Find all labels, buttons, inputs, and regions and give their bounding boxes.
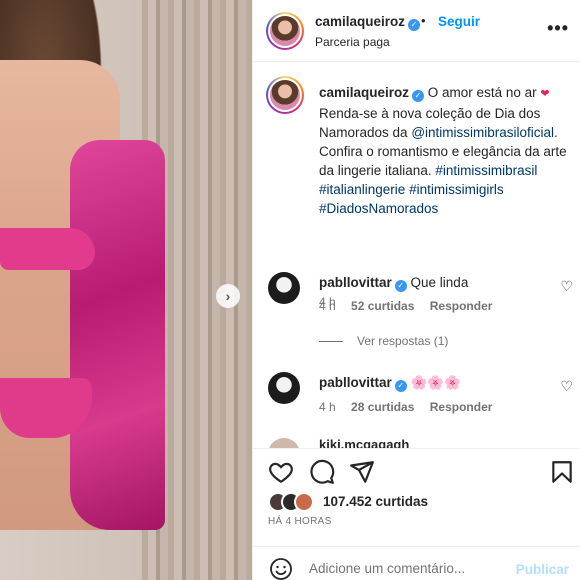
carousel-next-button[interactable]: › — [216, 284, 240, 308]
comment-bubble-icon[interactable] — [309, 459, 335, 485]
hashtag-link[interactable]: #intimissimigirls — [409, 182, 504, 197]
separator-dot: • — [421, 13, 426, 28]
caption-author-username[interactable]: camilaqueiroz ✓ — [319, 85, 425, 102]
comment-item-partial: kiki.mcgagagh — [253, 436, 580, 448]
emoji-smile-icon[interactable] — [269, 557, 293, 580]
hearts-emoji-icon: ❤ — [540, 88, 550, 100]
reply-button[interactable]: Responder — [430, 299, 493, 313]
mention-link[interactable]: @intimissimibrasiloficial — [411, 125, 554, 140]
post-actions: 107.452 curtidas HÁ 4 HORAS — [253, 448, 580, 544]
reply-button[interactable]: Responder — [430, 400, 493, 414]
verified-icon: ✓ — [394, 380, 407, 392]
commenter-username[interactable]: pabllovittar ✓ — [319, 275, 407, 292]
like-comment-heart-icon[interactable]: ♡ — [560, 278, 573, 295]
commenter-avatar[interactable] — [268, 272, 300, 304]
verified-icon: ✓ — [408, 19, 421, 31]
publish-button[interactable]: Publicar — [516, 562, 569, 577]
caption-author-avatar[interactable] — [266, 76, 304, 114]
replies-divider — [319, 341, 343, 343]
comment-input[interactable] — [309, 561, 509, 576]
add-comment-bar: Publicar — [253, 546, 580, 580]
chevron-right-icon: › — [225, 288, 231, 304]
commenter-avatar[interactable] — [268, 372, 300, 404]
comment-likes[interactable]: 52 curtidas — [351, 299, 414, 313]
hashtag-link[interactable]: #italianlingerie — [319, 182, 405, 197]
comment-likes[interactable]: 28 curtidas — [351, 400, 414, 414]
comment-text: pabllovittar ✓ 🌸🌸🌸 — [319, 375, 461, 392]
caption-text: camilaqueiroz ✓ O amor está no ar ❤ Renda… — [319, 83, 569, 218]
comment-meta: 4 h 52 curtidas Responder — [319, 299, 504, 313]
commenter-username[interactable]: kiki.mcgagagh — [319, 437, 409, 448]
like-comment-heart-icon[interactable]: ♡ — [560, 378, 573, 395]
verified-icon: ✓ — [394, 280, 407, 292]
commenter-avatar[interactable] — [268, 438, 300, 448]
comment-text: pabllovittar ✓ Que linda — [319, 275, 469, 292]
like-heart-icon[interactable] — [268, 459, 294, 485]
comment-time[interactable]: 4 h — [319, 299, 336, 313]
paid-partnership-label[interactable]: Parceria paga — [315, 35, 390, 49]
more-options-icon[interactable]: ••• — [547, 18, 569, 39]
photo-robe — [70, 140, 165, 530]
post-photo[interactable]: › — [0, 0, 252, 580]
hashtag-link[interactable]: #intimissimibrasil — [435, 163, 537, 178]
share-send-icon[interactable] — [349, 459, 375, 485]
view-replies-button[interactable]: Ver respostas (1) — [319, 334, 448, 348]
comment-time[interactable]: 4 h — [319, 400, 336, 414]
author-username[interactable]: camilaqueiroz ✓ — [315, 14, 421, 31]
likers-avatars[interactable] — [268, 492, 322, 512]
commenter-username[interactable]: pabllovittar ✓ — [319, 375, 407, 392]
photo-lingerie-top — [0, 228, 95, 270]
save-bookmark-icon[interactable] — [549, 459, 575, 485]
posted-time[interactable]: HÁ 4 HORAS — [268, 516, 332, 527]
author-avatar[interactable] — [266, 12, 304, 50]
verified-icon: ✓ — [412, 90, 425, 102]
post-panel: camilaqueiroz ✓ • Seguir Parceria paga ••… — [252, 0, 580, 580]
follow-button[interactable]: Seguir — [438, 14, 480, 29]
hashtag-link[interactable]: #DiadosNamorados — [319, 201, 438, 216]
caption-line: O amor está no ar — [427, 85, 541, 100]
likes-count[interactable]: 107.452 curtidas — [323, 494, 428, 509]
liker-avatar — [294, 492, 314, 512]
post-header: camilaqueiroz ✓ • Seguir Parceria paga ••… — [253, 0, 580, 62]
comment-meta: 4 h 28 curtidas Responder — [319, 400, 504, 414]
